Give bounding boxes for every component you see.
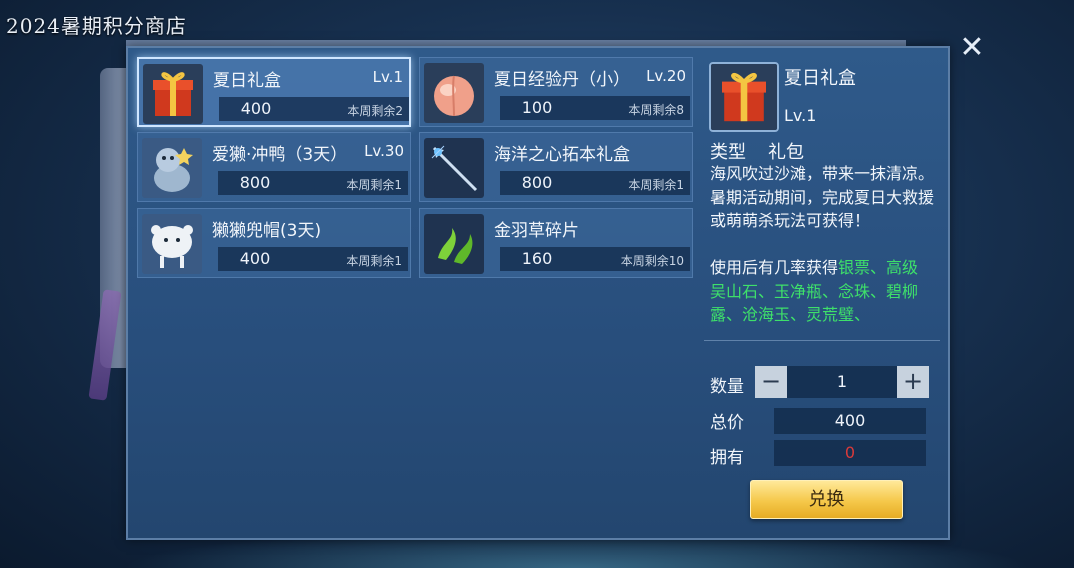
close-icon[interactable]: ✕ bbox=[956, 32, 988, 64]
item-price-bar: 800 本周剩余1 bbox=[500, 171, 690, 195]
item-remaining: 本周剩余8 bbox=[628, 103, 684, 117]
owned-value: 0 bbox=[774, 440, 926, 466]
quantity-decrease-button[interactable]: − bbox=[755, 366, 787, 398]
shop-title: 2024暑期积分商店 bbox=[6, 14, 187, 38]
detail-item-level: Lv.1 bbox=[784, 106, 817, 125]
detail-gift-box-icon bbox=[709, 62, 779, 132]
item-price: 800 bbox=[239, 173, 271, 192]
shop-item[interactable]: 夏日经验丹（小） Lv.20 100 本周剩余8 bbox=[419, 57, 693, 127]
item-level: Lv.1 bbox=[372, 68, 403, 86]
item-price-bar: 160 本周剩余10 bbox=[500, 247, 690, 271]
item-price: 100 bbox=[521, 98, 553, 117]
obtain-prefix: 使用后有几率获得 bbox=[710, 258, 839, 277]
item-name: 獭獭兜帽(3天) bbox=[212, 221, 322, 241]
detail-obtain: 使用后有几率获得银票、高级吴山石、玉净瓶、念珠、碧柳露、沧海玉、灵荒璧、 bbox=[710, 256, 934, 327]
shop-item[interactable]: 夏日礼盒 Lv.1 400 本周剩余2 bbox=[137, 57, 411, 127]
item-price: 400 bbox=[239, 249, 271, 268]
peach-icon bbox=[424, 63, 484, 123]
item-price: 160 bbox=[521, 249, 553, 268]
shop-item[interactable]: 獭獭兜帽(3天) 400 本周剩余1 bbox=[137, 208, 411, 278]
item-name: 夏日礼盒 bbox=[213, 71, 281, 91]
total-price-label: 总价 bbox=[710, 413, 744, 433]
item-remaining: 本周剩余2 bbox=[347, 104, 403, 118]
detail-type-value: 礼包 bbox=[768, 142, 804, 163]
golden-feather-grass-icon bbox=[424, 214, 484, 274]
item-name: 海洋之心拓本礼盒 bbox=[494, 145, 630, 165]
item-price-bar: 100 本周剩余8 bbox=[500, 96, 690, 120]
item-remaining: 本周剩余1 bbox=[346, 254, 402, 268]
item-level: Lv.30 bbox=[364, 142, 404, 160]
quantity-value[interactable]: 1 bbox=[787, 372, 897, 391]
detail-item-name: 夏日礼盒 bbox=[784, 68, 856, 89]
quantity-stepper: − 1 + bbox=[755, 366, 929, 398]
shop-item[interactable]: 海洋之心拓本礼盒 800 本周剩余1 bbox=[419, 132, 693, 202]
quantity-label: 数量 bbox=[710, 377, 744, 397]
item-name: 金羽草碎片 bbox=[494, 221, 579, 241]
detail-description: 海风吹过沙滩，带来一抹清凉。暑期活动期间，完成夏日大救援或萌萌杀玩法可获得！ bbox=[710, 164, 935, 230]
shop-item[interactable]: 爱獭·冲鸭（3天） Lv.30 800 本周剩余1 bbox=[137, 132, 411, 202]
shop-item[interactable]: 金羽草碎片 160 本周剩余10 bbox=[419, 208, 693, 278]
ocean-staff-icon bbox=[424, 138, 484, 198]
detail-divider bbox=[704, 340, 940, 341]
item-price-bar: 400 本周剩余1 bbox=[218, 247, 408, 271]
otter-mount-icon bbox=[142, 138, 202, 198]
otter-hood-icon bbox=[142, 214, 202, 274]
owned-label: 拥有 bbox=[710, 448, 744, 468]
item-price: 400 bbox=[240, 99, 272, 118]
item-name: 夏日经验丹（小） bbox=[494, 70, 630, 90]
exchange-button[interactable]: 兑换 bbox=[750, 480, 903, 519]
detail-type: 类型 礼包 bbox=[710, 138, 804, 164]
item-name: 爱獭·冲鸭（3天） bbox=[212, 145, 348, 165]
item-level: Lv.20 bbox=[646, 67, 686, 85]
item-remaining: 本周剩余1 bbox=[346, 178, 402, 192]
item-price: 800 bbox=[521, 173, 553, 192]
gift-box-icon bbox=[143, 64, 203, 124]
quantity-increase-button[interactable]: + bbox=[897, 366, 929, 398]
total-price-value: 400 bbox=[774, 408, 926, 434]
item-price-bar: 800 本周剩余1 bbox=[218, 171, 408, 195]
item-remaining: 本周剩余1 bbox=[628, 178, 684, 192]
detail-type-label: 类型 bbox=[710, 142, 746, 163]
item-price-bar: 400 本周剩余2 bbox=[219, 97, 409, 121]
item-remaining: 本周剩余10 bbox=[620, 254, 684, 268]
